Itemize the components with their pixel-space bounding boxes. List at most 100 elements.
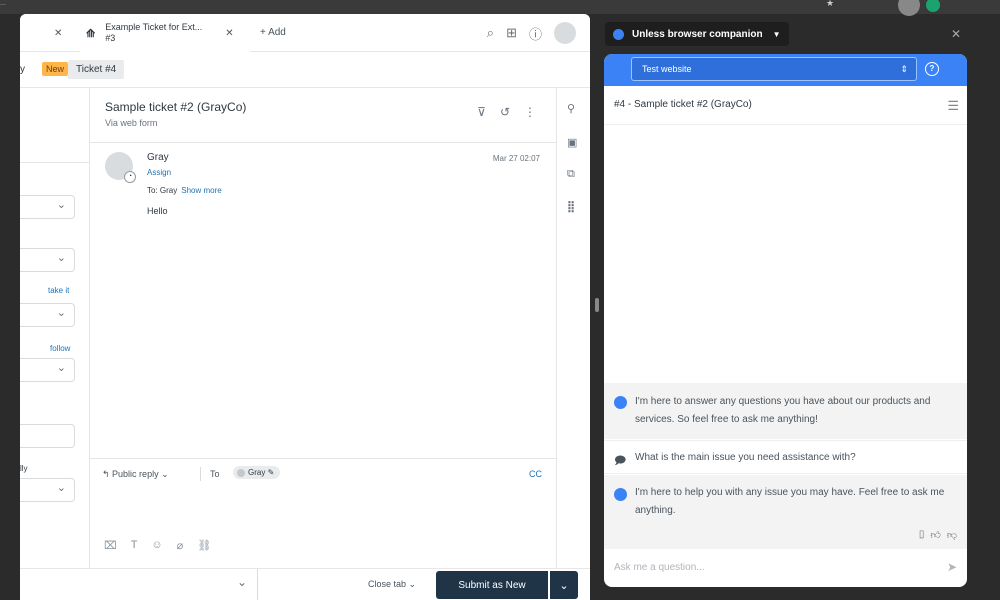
url-bar[interactable]: ... (0, 0, 180, 8)
apps-grid-icon[interactable]: ⣿ (567, 200, 575, 213)
ticket-label: #4 - Sample ticket #2 (GrayCo) (614, 99, 752, 110)
submit-button[interactable]: Submit as New (436, 571, 548, 599)
feedback-buttons: ▯ 👍︎ 👎︎ (919, 529, 957, 541)
send-icon[interactable]: ➤ (947, 560, 957, 574)
avatar (237, 468, 245, 477)
show-more-link[interactable]: Show more (181, 186, 221, 195)
help-icon[interactable]: ? (925, 62, 939, 76)
profile-avatar[interactable] (898, 0, 920, 16)
ticket-channel: Via web form (105, 118, 158, 128)
tags-input[interactable] (20, 424, 75, 448)
follow-link[interactable]: follow (50, 344, 70, 353)
property-select[interactable] (20, 248, 75, 272)
companion-header: Test website ? (604, 54, 967, 86)
close-icon[interactable]: ✕ (54, 28, 62, 39)
assistant-logo-icon (614, 488, 627, 501)
caret-down-icon: ▼ (772, 29, 781, 39)
assign-link[interactable]: Assign (147, 168, 171, 177)
message-text: I'm here to help you with any issue you … (635, 487, 945, 516)
add-tab-button[interactable]: + Add (260, 27, 286, 38)
close-icon[interactable]: ✕ (225, 28, 233, 39)
history-icon[interactable]: ↺ (500, 105, 510, 119)
tab-previous[interactable]: ✕ (20, 14, 75, 52)
question-text: What is the main issue you need assistan… (635, 452, 856, 463)
chevron-down-icon: ⌄ (559, 579, 569, 592)
thumbs-down-icon[interactable]: 👎︎ (947, 529, 957, 541)
ticket-footer: Close tab ⌄ Submit as New ⌄ (20, 568, 590, 600)
followers-select[interactable] (20, 358, 75, 382)
reply-type-label: Public reply (112, 469, 159, 479)
property-select[interactable] (20, 195, 75, 219)
priority-select[interactable] (20, 478, 75, 502)
close-icon[interactable]: ✕ (951, 27, 961, 41)
tab-example-ticket[interactable]: ⟰ Example Ticket for Ext... #3 ✕ (80, 14, 250, 52)
copy-icon[interactable]: ▯ (919, 529, 925, 541)
take-it-link[interactable]: take it (48, 286, 69, 295)
help-icon[interactable]: ⓘ (529, 24, 542, 43)
ticket-icon: ⟰ (86, 27, 96, 40)
message-recipients: To: Gray Show more (147, 186, 222, 195)
user-icon[interactable]: ⚲ (567, 102, 575, 115)
assignee-select[interactable] (20, 303, 75, 327)
filter-icon[interactable]: ⊽ (477, 105, 486, 119)
divider (200, 467, 201, 481)
header-icons: ⌕ ⊞ ⓘ (487, 22, 576, 44)
user-icon: ◔ (124, 171, 136, 183)
composer-toolbar: ⌧ T ☺ ⌀ ⛓ (104, 539, 211, 552)
context-rail: ⚲ ▣ ⧉ ⣿ (556, 88, 590, 568)
submit-options-button[interactable]: ⌄ (550, 571, 578, 599)
divider (604, 124, 967, 125)
breadcrumb-tail[interactable]: y (20, 64, 25, 75)
question-input[interactable]: Ask me a question... (614, 562, 705, 573)
search-icon[interactable]: ⌕ (487, 25, 494, 41)
emoji-icon[interactable]: ☺ (151, 539, 162, 552)
attachment-icon[interactable]: ⌀ (177, 539, 184, 552)
ticket-title: Sample ticket #2 (GrayCo) (105, 100, 247, 114)
star-icon[interactable]: ★ (826, 0, 848, 20)
apps-icon[interactable]: ⊞ (506, 25, 517, 41)
message-text: I'm here to answer any questions you hav… (635, 396, 931, 425)
avatar: ◔ (105, 152, 136, 183)
knowledge-icon[interactable]: ▣ (567, 136, 577, 149)
companion-panel: Test website ? #4 - Sample ticket #2 (Gr… (604, 54, 967, 587)
ticket-properties-panel: take it follow lly (20, 88, 90, 568)
chat-bubble-icon: 🗩 (614, 455, 627, 467)
ticket-actions: ⊽ ↺ ⋮ (477, 105, 536, 119)
ticket-subbar: y New Ticket #4 (20, 52, 590, 88)
close-tab-dropdown[interactable]: Close tab ⌄ (368, 579, 416, 590)
assistant-logo-icon (614, 396, 627, 409)
divider (20, 162, 90, 163)
message-author[interactable]: Gray (147, 152, 169, 163)
zendesk-workspace: ✕ ⟰ Example Ticket for Ext... #3 ✕ + Add… (20, 14, 590, 600)
chat-message: I'm here to help you with any issue you … (604, 475, 967, 549)
user-avatar[interactable] (554, 22, 576, 44)
companion-title-button[interactable]: Unless browser companion ▼ (605, 22, 789, 46)
message-body: Hello (147, 206, 168, 216)
extension-icon[interactable] (926, 0, 940, 12)
chat-icon[interactable]: ⧉ (567, 168, 575, 181)
compose-icon[interactable]: ⌧ (104, 539, 117, 552)
macro-select[interactable] (20, 569, 258, 600)
reply-composer: ↰ Public reply ⌄ To Gray ✎ CC ⌧ T ☺ ⌀ ⛓ (90, 458, 556, 568)
status-badge: New (42, 62, 69, 76)
panel-resize-handle[interactable] (595, 298, 599, 312)
reply-type-selector[interactable]: ↰ Public reply ⌄ (102, 469, 169, 480)
thumbs-up-icon[interactable]: 👍︎ (930, 529, 940, 541)
website-select[interactable]: Test website (631, 57, 917, 81)
ticket-chip[interactable]: Ticket #4 (68, 60, 125, 79)
link-icon[interactable]: ⛓ (197, 539, 211, 552)
browser-top-strip: ... ★ (0, 0, 1000, 16)
divider (90, 142, 556, 143)
field-label: lly (20, 464, 28, 473)
tab-title: Example Ticket for Ext... (105, 22, 203, 32)
chat-question: 🗩 What is the main issue you need assist… (604, 440, 967, 474)
recipient-text: To: Gray (147, 186, 178, 195)
tab-subtitle: #3 (105, 33, 116, 43)
menu-icon[interactable]: ☰ (947, 98, 959, 114)
edit-icon[interactable]: ✎ (268, 468, 275, 477)
more-icon[interactable]: ⋮ (524, 105, 536, 119)
recipient-chip[interactable]: Gray ✎ (233, 466, 281, 479)
text-format-icon[interactable]: T (131, 539, 138, 552)
message-timestamp: Mar 27 02:07 (492, 154, 540, 163)
cc-button[interactable]: CC (529, 469, 542, 479)
